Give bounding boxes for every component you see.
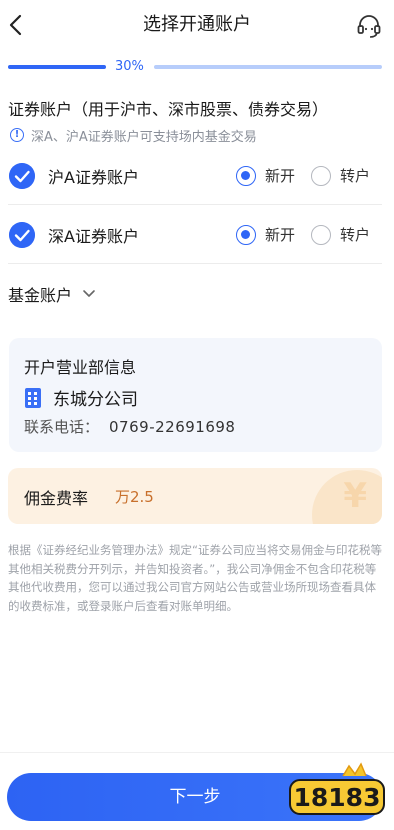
- branch-name: 东城分公司: [53, 390, 138, 410]
- yuan-coin-icon: ¥: [343, 476, 367, 516]
- watermark-logo: 18183: [289, 762, 385, 815]
- radio-new-label: 新开: [265, 167, 296, 185]
- page-title: 选择开通账户: [143, 14, 251, 35]
- progress-bar: 30%: [8, 59, 382, 74]
- securities-notice: ! 深A、沪A证券账户可支持场内基金交易: [10, 126, 257, 145]
- radio-transfer-sh-a[interactable]: [311, 166, 331, 186]
- commission-rate-label: 佣金费率: [24, 489, 89, 508]
- chevron-down-icon: [83, 290, 95, 297]
- radio-new-sh-a[interactable]: [236, 166, 256, 186]
- commission-rate-value: 万2.5: [115, 488, 154, 506]
- progress-track: [154, 65, 382, 69]
- radio-transfer-sz-a[interactable]: [311, 225, 331, 245]
- radio-new-sz-a[interactable]: [236, 225, 256, 245]
- divider: [8, 263, 382, 264]
- phone-number: 0769-22691698: [109, 418, 236, 436]
- fee-disclaimer: 根据《证券经纪业务管理办法》规定“证券公司应当将交易佣金与印花税等其他相关税费分…: [8, 543, 382, 613]
- branch-info-heading: 开户营业部信息: [24, 358, 137, 377]
- header-bar: 选择开通账户: [0, 0, 394, 50]
- checkbox-checked-icon[interactable]: [9, 163, 35, 189]
- account-label-sz-a: 深A证券账户: [48, 227, 139, 246]
- notice-text: 深A、沪A证券账户可支持场内基金交易: [31, 129, 257, 145]
- account-label-sh-a: 沪A证券账户: [48, 168, 139, 187]
- progress-fill: [8, 65, 106, 69]
- progress-label: 30%: [115, 59, 144, 74]
- customer-service-icon[interactable]: [356, 13, 382, 39]
- checkbox-checked-icon[interactable]: [9, 222, 35, 248]
- account-row-sh-a: 沪A证券账户 新开 转户: [0, 147, 394, 205]
- info-icon: !: [10, 128, 24, 142]
- commission-rate-card: ¥ 佣金费率 万2.5: [8, 468, 382, 524]
- building-icon: [25, 387, 41, 408]
- account-row-sz-a: 深A证券账户 新开 转户: [0, 206, 394, 264]
- fund-account-label: 基金账户: [8, 286, 73, 305]
- branch-info-card: 开户营业部信息 东城分公司 联系电话： 0769-22691698: [9, 338, 382, 452]
- footer-divider: [0, 752, 394, 753]
- radio-transfer-label: 转户: [340, 167, 371, 185]
- phone-label: 联系电话：: [24, 418, 100, 436]
- securities-section-title: 证券账户（用于沪市、深市股票、债券交易）: [8, 100, 329, 119]
- watermark-text: 18183: [294, 783, 381, 812]
- branch-phone: 联系电话： 0769-22691698: [24, 416, 235, 437]
- radio-transfer-label: 转户: [340, 226, 371, 244]
- fund-account-toggle[interactable]: 基金账户: [8, 282, 96, 306]
- branch-name-row: 东城分公司: [25, 385, 138, 410]
- divider: [8, 204, 382, 205]
- radio-new-label: 新开: [265, 226, 296, 244]
